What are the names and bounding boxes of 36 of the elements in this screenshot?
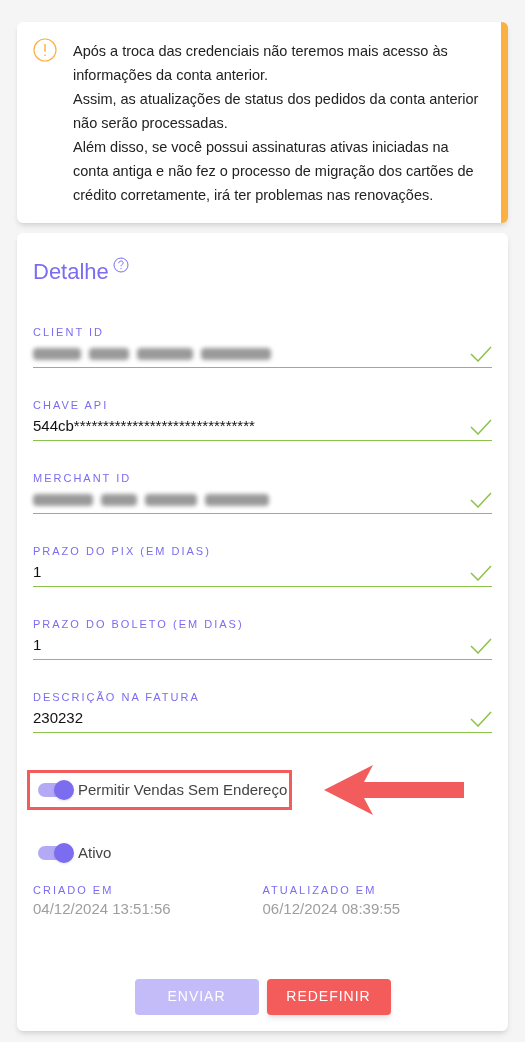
field-label: PRAZO DO PIX (EM DIAS) — [33, 544, 212, 559]
check-icon — [470, 418, 492, 435]
field-label: PRAZO DO BOLETO (EM DIAS) — [33, 617, 245, 632]
field-label: MERCHANT ID — [33, 471, 133, 486]
field-value: 1 — [33, 562, 42, 583]
text-field[interactable]: DESCRIÇÃO NA FATURA 230232 — [33, 689, 492, 733]
check-icon — [470, 564, 492, 581]
alert-text: Após a troca das credenciais não teremos mais acesso às informações da conta anterior. — [73, 42, 449, 85]
field-value: 230232 — [33, 708, 84, 729]
alert-text: Além disso, se você possui assinaturas ativas iniciadas na conta antiga e não fez o processo de migração dos cartões de crédito corretamente, irá ter problemas nas renovações. — [73, 138, 475, 205]
text-field[interactable]: CHAVE API 544cb******************************* — [33, 397, 492, 441]
text-field[interactable]: CLIENT ID — [33, 324, 492, 368]
alert-text: Assim, as atualizações de status dos pedidos da conta anterior não serão processadas. — [73, 90, 480, 133]
date-value: 06/12/2024 08:39:55 — [262, 899, 402, 919]
field-value: 1 — [33, 635, 42, 656]
section-title: Detalhe — [33, 258, 109, 286]
date-value: 04/12/2024 13:51:56 — [33, 899, 172, 919]
toggle-label: Ativo — [78, 843, 112, 863]
field-value: 544cb******************************* — [33, 416, 255, 437]
check-icon — [470, 491, 492, 508]
text-field[interactable]: PRAZO DO BOLETO (EM DIAS) 1 — [33, 616, 492, 660]
toggle-switch[interactable] — [38, 846, 72, 861]
text-field[interactable]: MERCHANT ID — [33, 470, 492, 514]
field-label: DESCRIÇÃO NA FATURA — [33, 690, 201, 705]
date-label: CRIADO EM — [33, 882, 115, 898]
check-icon — [470, 710, 492, 727]
check-icon — [470, 345, 492, 362]
toggle-switch[interactable] — [38, 783, 72, 797]
warning-icon — [33, 38, 57, 62]
field-label: CLIENT ID — [33, 325, 105, 340]
check-icon — [470, 637, 492, 654]
field-label: CHAVE API — [33, 398, 110, 413]
help-icon — [112, 257, 129, 273]
text-field[interactable]: PRAZO DO PIX (EM DIAS) 1 — [33, 543, 492, 587]
toggle-label: Permitir Vendas Sem Endereço — [78, 779, 288, 800]
date-label: ATUALIZADO EM — [262, 882, 378, 898]
